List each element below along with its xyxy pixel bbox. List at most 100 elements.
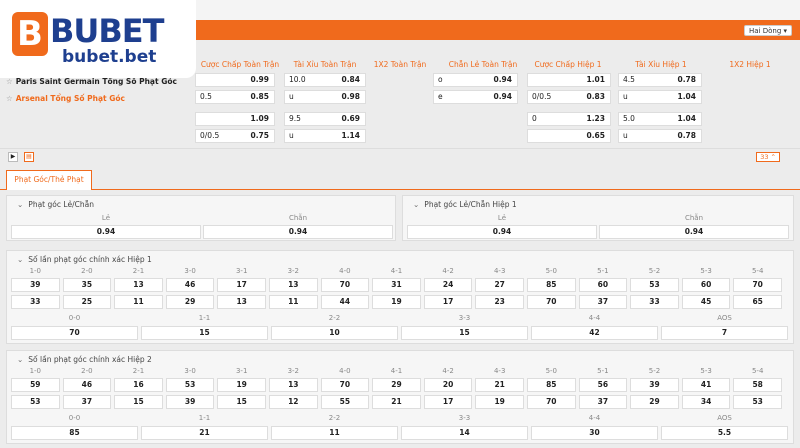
odds-cell[interactable]: 15 bbox=[114, 395, 163, 409]
odds-cell[interactable]: 11 bbox=[269, 295, 318, 309]
odds-cell[interactable]: 0.94 bbox=[407, 225, 597, 239]
odds-cell[interactable]: 15 bbox=[401, 326, 528, 340]
odds-cell[interactable]: 31 bbox=[372, 278, 421, 292]
odds-cell[interactable]: 10.0 0.84 bbox=[284, 73, 366, 87]
odds-cell[interactable]: 15 bbox=[217, 395, 266, 409]
chevron-down-icon[interactable]: ⌄ bbox=[17, 355, 23, 364]
odds-cell[interactable]: 4.5 0.78 bbox=[618, 73, 702, 87]
odds-cell[interactable]: 10 bbox=[271, 326, 398, 340]
odds-cell[interactable]: 44 bbox=[320, 295, 370, 309]
odds-cell[interactable]: u 0.98 bbox=[284, 90, 366, 104]
odds-cell[interactable]: 21 bbox=[475, 378, 524, 392]
odds-cell[interactable]: o 0.94 bbox=[433, 73, 518, 87]
odds-cell[interactable]: 29 bbox=[372, 378, 421, 392]
odds-cell[interactable]: 5.0 1.04 bbox=[618, 112, 702, 126]
odds-cell[interactable]: 53 bbox=[630, 278, 679, 292]
odds-cell[interactable]: 60 bbox=[681, 278, 731, 292]
star-icon[interactable]: ☆ bbox=[6, 77, 13, 86]
odds-cell[interactable]: 24 bbox=[423, 278, 473, 292]
odds-cell[interactable]: 0.94 bbox=[599, 225, 789, 239]
odds-cell[interactable]: 11 bbox=[271, 426, 398, 440]
odds-cell[interactable]: 85 bbox=[11, 426, 138, 440]
odds-cell[interactable]: 23 bbox=[475, 295, 524, 309]
odds-cell[interactable]: 13 bbox=[269, 378, 318, 392]
odds-cell[interactable]: 14 bbox=[401, 426, 528, 440]
odds-cell[interactable]: 29 bbox=[630, 395, 679, 409]
odds-cell[interactable]: 70 bbox=[11, 326, 138, 340]
odds-cell[interactable]: 42 bbox=[531, 326, 658, 340]
odds-cell[interactable]: 17 bbox=[423, 395, 473, 409]
odds-cell[interactable]: 85 bbox=[527, 378, 576, 392]
odds-cell[interactable]: 60 bbox=[578, 278, 628, 292]
odds-cell[interactable]: 5.5 bbox=[661, 426, 788, 440]
tab-corners-cards[interactable]: Phạt Góc/Thẻ Phạt bbox=[6, 170, 92, 190]
star-icon[interactable]: ☆ bbox=[6, 94, 13, 103]
team-away[interactable]: ☆ Arsenal Tổng Số Phạt Góc bbox=[6, 94, 125, 103]
odds-cell[interactable]: 53 bbox=[165, 378, 215, 392]
odds-cell[interactable]: 41 bbox=[681, 378, 731, 392]
odds-cell[interactable]: 46 bbox=[165, 278, 215, 292]
odds-cell[interactable]: 12 bbox=[269, 395, 318, 409]
odds-cell[interactable]: 35 bbox=[62, 278, 112, 292]
panel-title[interactable]: ⌄ Phạt góc Lẻ/Chẵn bbox=[17, 200, 94, 209]
odds-cell[interactable]: 46 bbox=[62, 378, 112, 392]
odds-cell[interactable]: 65 bbox=[733, 295, 782, 309]
odds-cell[interactable]: 70 bbox=[527, 295, 576, 309]
odds-cell[interactable]: 39 bbox=[630, 378, 679, 392]
chevron-down-icon[interactable]: ⌄ bbox=[17, 255, 23, 264]
odds-cell[interactable]: 21 bbox=[141, 426, 268, 440]
odds-cell[interactable]: 70 bbox=[527, 395, 576, 409]
odds-cell[interactable]: 0.94 bbox=[203, 225, 393, 239]
odds-cell[interactable]: 13 bbox=[114, 278, 163, 292]
odds-cell[interactable]: e 0.94 bbox=[433, 90, 518, 104]
odds-cell[interactable]: 37 bbox=[578, 295, 628, 309]
odds-cell[interactable]: 27 bbox=[475, 278, 524, 292]
display-mode-dropdown[interactable]: Hai Dòng ▾ bbox=[743, 25, 792, 36]
odds-cell[interactable]: 70 bbox=[320, 278, 370, 292]
odds-cell[interactable]: u 1.04 bbox=[618, 90, 702, 104]
odds-cell[interactable]: 20 bbox=[423, 378, 473, 392]
odds-cell[interactable]: 39 bbox=[11, 278, 60, 292]
odds-cell[interactable]: 1.01 bbox=[527, 73, 611, 87]
panel-title[interactable]: ⌄ Số lần phạt góc chính xác Hiệp 2 bbox=[17, 355, 152, 364]
stats-icon[interactable]: ▤ bbox=[24, 152, 34, 162]
chevron-down-icon[interactable]: ⌄ bbox=[413, 200, 419, 209]
odds-cell[interactable]: 58 bbox=[733, 378, 782, 392]
odds-cell[interactable]: 13 bbox=[269, 278, 318, 292]
odds-cell[interactable]: 15 bbox=[141, 326, 268, 340]
odds-cell[interactable]: u 0.78 bbox=[618, 129, 702, 143]
odds-cell[interactable]: 39 bbox=[165, 395, 215, 409]
odds-cell[interactable]: 0/0.5 0.75 bbox=[195, 129, 275, 143]
odds-cell[interactable]: 17 bbox=[423, 295, 473, 309]
odds-cell[interactable]: 0 1.23 bbox=[527, 112, 611, 126]
odds-cell[interactable]: 85 bbox=[527, 278, 576, 292]
odds-cell[interactable]: 53 bbox=[11, 395, 60, 409]
odds-cell[interactable]: 0/0.5 0.83 bbox=[527, 90, 611, 104]
odds-cell[interactable]: 70 bbox=[733, 278, 782, 292]
odds-cell[interactable]: 19 bbox=[475, 395, 524, 409]
chevron-down-icon[interactable]: ⌄ bbox=[17, 200, 23, 209]
odds-cell[interactable]: 1.09 bbox=[195, 112, 275, 126]
odds-cell[interactable]: 9.5 0.69 bbox=[284, 112, 366, 126]
odds-cell[interactable]: 16 bbox=[114, 378, 163, 392]
odds-cell[interactable]: 0.65 bbox=[527, 129, 611, 143]
odds-cell[interactable]: 21 bbox=[372, 395, 421, 409]
odds-cell[interactable]: 19 bbox=[372, 295, 421, 309]
odds-cell[interactable]: 33 bbox=[11, 295, 60, 309]
odds-cell[interactable]: 53 bbox=[733, 395, 782, 409]
play-icon[interactable]: ▶ bbox=[8, 152, 18, 162]
odds-cell[interactable]: 30 bbox=[531, 426, 658, 440]
team-home[interactable]: ☆ Paris Saint Germain Tổng Số Phạt Góc bbox=[6, 77, 177, 86]
odds-cell[interactable]: 37 bbox=[62, 395, 112, 409]
panel-title[interactable]: ⌄ Phạt góc Lẻ/Chẵn Hiệp 1 bbox=[413, 200, 517, 209]
odds-cell[interactable]: 33 bbox=[630, 295, 679, 309]
odds-cell[interactable]: 25 bbox=[62, 295, 112, 309]
panel-title[interactable]: ⌄ Số lần phạt góc chính xác Hiệp 1 bbox=[17, 255, 152, 264]
odds-cell[interactable]: 56 bbox=[578, 378, 628, 392]
odds-cell[interactable]: 70 bbox=[320, 378, 370, 392]
odds-cell[interactable]: 0.94 bbox=[11, 225, 201, 239]
odds-cell[interactable]: 11 bbox=[114, 295, 163, 309]
odds-cell[interactable]: 34 bbox=[681, 395, 731, 409]
odds-cell[interactable]: 17 bbox=[217, 278, 266, 292]
odds-cell[interactable]: 55 bbox=[320, 395, 370, 409]
